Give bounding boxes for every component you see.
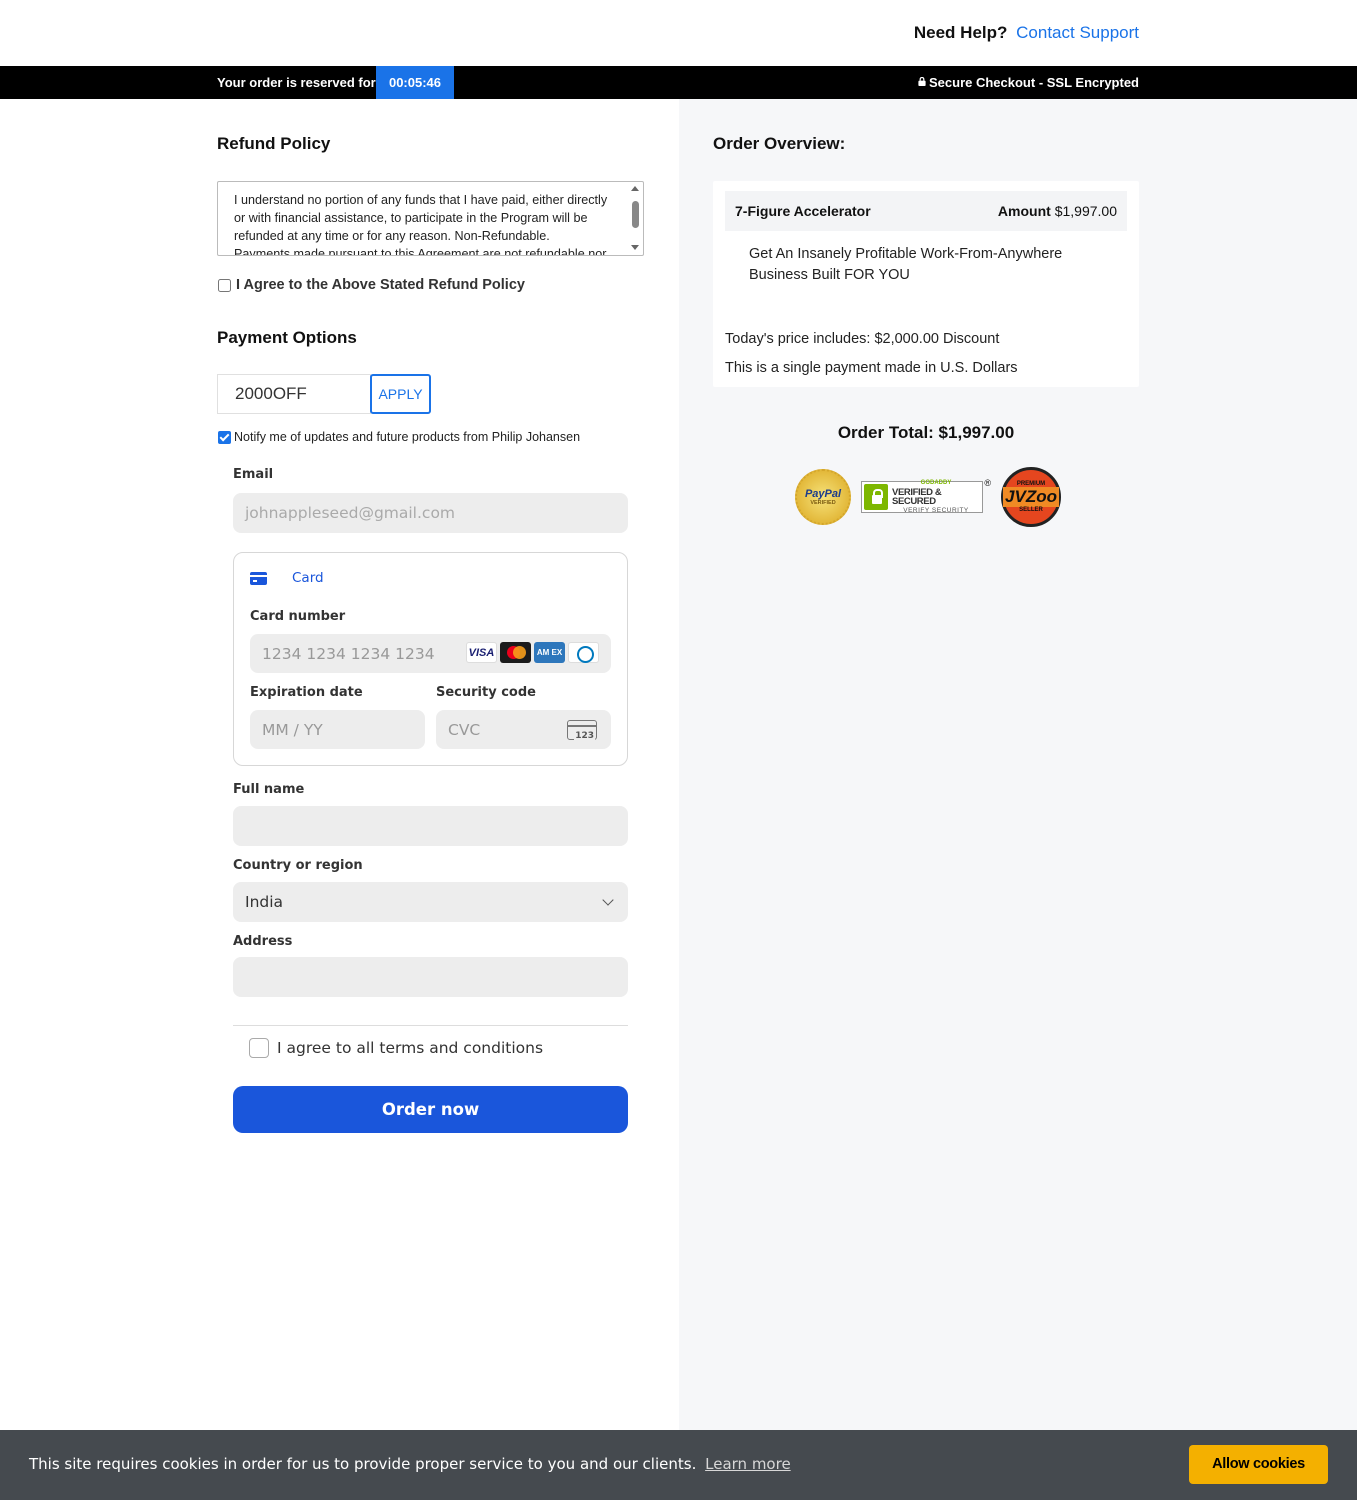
contact-support-link[interactable]: Contact Support <box>1016 23 1139 42</box>
card-payment-box: Card Card number 1234 1234 1234 1234 VIS… <box>233 552 628 766</box>
product-name: 7-Figure Accelerator <box>735 203 871 219</box>
expiry-field[interactable]: MM / YY <box>250 710 425 749</box>
notify-check-icon[interactable] <box>218 430 231 444</box>
expiry-label: Expiration date <box>250 685 363 700</box>
amount-value: $1,997.00 <box>1054 203 1117 219</box>
product-description: Get An Insanely Profitable Work-From-Any… <box>749 246 1063 283</box>
refund-policy-text: I understand no portion of any funds tha… <box>234 193 608 256</box>
order-total: Order Total: $1,997.00 <box>837 423 1015 442</box>
country-select[interactable]: India <box>233 882 628 922</box>
notify-checkbox[interactable]: Notify me of updates and future products… <box>218 430 580 444</box>
country-value: India <box>245 893 284 911</box>
allow-cookies-button[interactable]: Allow cookies <box>1189 1445 1328 1484</box>
card-number-field[interactable]: 1234 1234 1234 1234 VISA AM EX <box>250 634 611 673</box>
agree-refund-checkbox[interactable]: I Agree to the Above Stated Refund Polic… <box>218 277 525 293</box>
payment-options-title: Payment Options <box>217 328 357 347</box>
tab-card[interactable]: Card <box>250 570 324 586</box>
visa-icon: VISA <box>466 642 497 663</box>
notify-label: Notify me of updates and future products… <box>234 430 581 444</box>
chevron-down-icon <box>602 894 614 906</box>
email-label: Email <box>233 467 274 482</box>
credit-card-icon <box>250 571 267 585</box>
refund-policy-textbox[interactable]: I understand no portion of any funds tha… <box>217 181 644 256</box>
amex-icon: AM EX <box>534 642 565 663</box>
card-brands: VISA AM EX <box>466 642 599 663</box>
terms-checkbox[interactable]: I agree to all terms and conditions <box>249 1038 543 1058</box>
fullname-label: Full name <box>233 782 305 797</box>
reserve-label: Your order is reserved for <box>217 75 376 90</box>
card-tab-label: Card <box>292 570 324 586</box>
country-label: Country or region <box>233 858 363 873</box>
coupon-input[interactable]: 2000OFF <box>217 374 371 414</box>
cvc-field[interactable]: CVC 123 <box>436 710 611 749</box>
terms-checkbox-box[interactable] <box>249 1038 269 1058</box>
address-label: Address <box>233 934 293 949</box>
cookie-banner: This site requires cookies in order for … <box>0 1430 1357 1500</box>
diners-icon <box>568 642 599 663</box>
lock-icon <box>918 77 926 86</box>
top-bar: Need Help? Contact Support <box>0 0 1357 66</box>
agree-refund-input[interactable] <box>218 278 231 292</box>
agree-refund-label: I Agree to the Above Stated Refund Polic… <box>236 277 525 293</box>
padlock-icon <box>864 484 889 510</box>
mastercard-icon <box>500 642 531 663</box>
email-field[interactable]: johnappleseed@gmail.com <box>233 493 628 533</box>
cookie-message: This site requires cookies in order for … <box>29 1455 791 1473</box>
secure-label: Secure Checkout - SSL Encrypted <box>929 75 1139 90</box>
reservation-banner: Your order is reserved for 00:05:46 Secu… <box>0 66 1357 99</box>
address-field[interactable] <box>233 957 628 997</box>
cvc-placeholder: CVC <box>448 720 481 739</box>
card-number-placeholder: 1234 1234 1234 1234 <box>262 644 435 663</box>
divider <box>233 1025 628 1026</box>
terms-label: I agree to all terms and conditions <box>277 1039 544 1057</box>
jvzoo-premium-seller-seal: PREMIUM JVZoo SELLER <box>1001 467 1061 527</box>
fullname-field[interactable] <box>233 806 628 846</box>
scroll-up-icon[interactable] <box>631 186 639 191</box>
currency-line: This is a single payment made in U.S. Do… <box>725 360 1018 376</box>
paypal-verified-seal: PayPal VERIFIED <box>795 469 851 525</box>
order-summary-card: 7-Figure Accelerator Amount $1,997.00 Ge… <box>713 181 1139 387</box>
help-label: Need Help? <box>913 23 1008 42</box>
apply-coupon-button[interactable]: APPLY <box>370 374 431 414</box>
refund-policy-title: Refund Policy <box>217 134 331 153</box>
scroll-thumb[interactable] <box>632 201 639 228</box>
discount-line: Today's price includes: $2,000.00 Discou… <box>725 331 1000 347</box>
refund-scrollbar[interactable] <box>627 182 643 255</box>
order-now-button[interactable]: Order now <box>233 1086 628 1133</box>
cvc-label: Security code <box>436 685 536 700</box>
cvc-card-icon: 123 <box>567 720 597 741</box>
trust-seals: PayPal VERIFIED GODADDY VERIFIED & SECUR… <box>795 467 1061 527</box>
card-number-label: Card number <box>250 609 346 624</box>
product-amount: Amount $1,997.00 <box>998 203 1117 219</box>
help-section: Need Help? Contact Support <box>914 23 1139 43</box>
amount-label: Amount <box>997 203 1051 219</box>
secure-checkout: Secure Checkout - SSL Encrypted <box>918 75 1139 90</box>
countdown-timer: 00:05:46 <box>376 66 454 99</box>
scroll-down-icon[interactable] <box>631 245 639 250</box>
learn-more-link[interactable]: Learn more <box>705 1455 791 1473</box>
product-row: 7-Figure Accelerator Amount $1,997.00 <box>725 191 1127 231</box>
order-overview-title: Order Overview: <box>713 134 846 153</box>
godaddy-secured-seal: GODADDY VERIFIED & SECURED VERIFY SECURI… <box>861 478 991 514</box>
